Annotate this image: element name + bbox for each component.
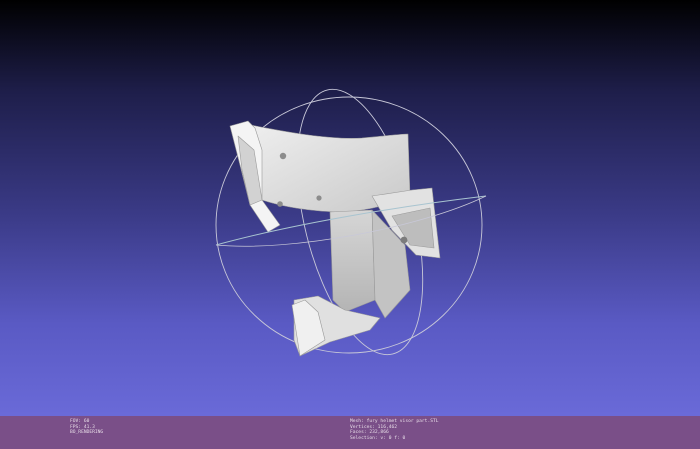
render-info: FOV: 60 FPS: 41.3 BO_RENDERING — [70, 419, 103, 436]
mesh-hole — [400, 236, 408, 244]
selection-readout: Selection: v: 0 f: 0 — [350, 435, 406, 441]
mesh-hole — [316, 195, 322, 201]
render-mode-readout: BO_RENDERING — [70, 430, 104, 436]
mesh-info: Mesh: fury helmet visor part.STL Vertice… — [350, 419, 439, 441]
3d-viewport[interactable] — [0, 0, 700, 416]
mesh-stem — [329, 209, 376, 313]
status-info-bar: FOV: 60 FPS: 41.3 BO_RENDERING Mesh: fur… — [0, 416, 700, 449]
mesh-hole — [279, 152, 287, 160]
mesh-hole — [277, 201, 283, 207]
scene-canvas[interactable] — [0, 0, 700, 416]
mesh-name-readout: Mesh: fury helmet visor part.STL — [350, 419, 439, 424]
